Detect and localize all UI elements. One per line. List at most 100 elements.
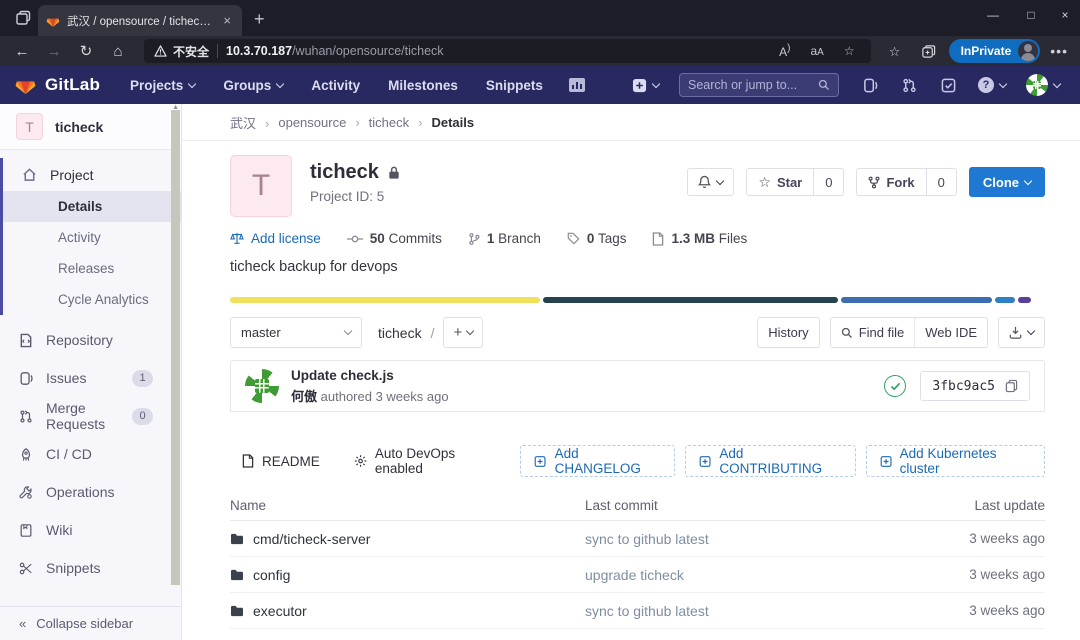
sidebar-item-issues[interactable]: Issues 1 xyxy=(0,359,181,397)
sidebar-item-merge-requests[interactable]: Merge Requests 0 xyxy=(0,397,181,435)
file-commit-link[interactable]: sync to github latest xyxy=(585,531,885,547)
security-warning[interactable]: 不安全 xyxy=(154,43,209,60)
issues-icon[interactable] xyxy=(853,78,888,93)
file-commit-link[interactable]: upgrade ticheck xyxy=(585,567,885,583)
fork-button-group: Fork 0 xyxy=(856,168,957,196)
merge-requests-icon[interactable] xyxy=(892,78,927,93)
sidebar-item-ci-cd[interactable]: CI / CD xyxy=(0,435,181,473)
window-maximize-button[interactable]: □ xyxy=(1012,8,1050,22)
new-menu[interactable] xyxy=(626,66,665,104)
pipeline-status-icon[interactable] xyxy=(884,375,907,397)
tags-stat[interactable]: 0 Tags xyxy=(567,231,626,246)
favorites-icon[interactable]: ☆ xyxy=(881,45,909,58)
add-kubernetes-button[interactable]: Add Kubernetes cluster xyxy=(865,445,1045,477)
sidebar-scrollbar[interactable] xyxy=(171,110,180,585)
breadcrumb-project[interactable]: ticheck xyxy=(369,115,432,130)
breadcrumb-subgroup[interactable]: opensource xyxy=(278,115,368,130)
web-ide-button[interactable]: Web IDE xyxy=(914,318,987,347)
commit-message-link[interactable]: Update check.js xyxy=(291,368,449,383)
project-avatar-small: T xyxy=(16,113,43,140)
tab-close-icon[interactable]: × xyxy=(220,13,234,28)
fork-count[interactable]: 0 xyxy=(925,169,956,195)
search-input[interactable] xyxy=(688,78,812,92)
file-name-link[interactable]: executor xyxy=(253,603,307,619)
file-updated: 3 weeks ago xyxy=(969,603,1045,618)
branches-stat[interactable]: 1 Branch xyxy=(468,231,541,246)
user-menu[interactable] xyxy=(1018,66,1064,104)
sidebar-item-snippets[interactable]: Snippets xyxy=(0,549,181,587)
commits-stat[interactable]: 50 Commits xyxy=(346,231,442,246)
file-name-link[interactable]: cmd/ticheck-server xyxy=(253,531,370,547)
sidebar-item-cycle-analytics[interactable]: Cycle Analytics xyxy=(3,284,181,315)
refresh-icon[interactable]: ↻ xyxy=(72,44,100,59)
sidebar-item-releases[interactable]: Releases xyxy=(3,253,181,284)
address-bar[interactable]: 不安全 10.3.70.187/wuhan/opensource/ticheck… xyxy=(144,39,871,63)
gitlab-logo[interactable]: GitLab xyxy=(14,74,100,96)
history-button[interactable]: History xyxy=(757,317,820,348)
window-close-button[interactable]: × xyxy=(1050,8,1080,22)
search-icon xyxy=(818,79,829,90)
copy-icon[interactable] xyxy=(1005,379,1018,393)
back-icon[interactable]: ← xyxy=(8,44,36,59)
file-name-link[interactable]: config xyxy=(253,567,290,583)
download-button[interactable] xyxy=(998,317,1045,348)
nav-projects[interactable]: Projects xyxy=(118,66,207,104)
nav-milestones[interactable]: Milestones xyxy=(376,66,470,104)
home-icon[interactable]: ⌂ xyxy=(104,44,132,59)
gitlab-navbar: GitLab Projects Groups Activity Mileston… xyxy=(0,66,1080,104)
language-bar[interactable] xyxy=(230,297,1045,303)
tab-actions-menu-icon[interactable] xyxy=(8,3,38,33)
readme-button[interactable]: README xyxy=(230,445,332,477)
repo-root-link[interactable]: ticheck xyxy=(378,325,422,341)
nav-groups[interactable]: Groups xyxy=(211,66,295,104)
gitlab-favicon xyxy=(46,18,60,27)
sidebar-item-activity[interactable]: Activity xyxy=(3,222,181,253)
clone-button[interactable]: Clone xyxy=(968,167,1045,197)
add-license-link[interactable]: Add license xyxy=(230,231,321,246)
column-header-last-update: Last update xyxy=(974,497,1045,513)
column-header-name: Name xyxy=(230,497,267,513)
fork-button[interactable]: Fork xyxy=(857,169,925,195)
help-menu[interactable]: ? xyxy=(970,66,1014,104)
browser-menu-icon[interactable]: ••• xyxy=(1046,43,1072,59)
sidebar-item-repository[interactable]: Repository xyxy=(0,321,181,359)
window-minimize-button[interactable]: — xyxy=(974,8,1012,22)
file-updated: 3 weeks ago xyxy=(969,531,1045,546)
translate-icon[interactable]: aA xyxy=(804,44,829,58)
forward-icon[interactable]: → xyxy=(40,44,68,59)
read-aloud-icon[interactable]: A) xyxy=(773,43,796,59)
collections-icon[interactable] xyxy=(915,44,943,59)
browser-tab[interactable]: 武汉 / opensource / ticheck - Gi × xyxy=(38,5,242,36)
sidebar-item-project[interactable]: Project xyxy=(3,158,181,191)
sidebar-item-details[interactable]: Details xyxy=(3,191,181,222)
collapse-sidebar-button[interactable]: « Collapse sidebar xyxy=(0,606,181,640)
bell-icon xyxy=(698,175,712,189)
add-file-button[interactable]: + xyxy=(443,317,484,348)
notifications-button[interactable] xyxy=(687,168,735,196)
inprivate-badge[interactable]: InPrivate xyxy=(948,39,1041,63)
file-commit-link[interactable]: sync to github latest xyxy=(585,603,885,619)
branch-selector[interactable]: master xyxy=(230,317,362,348)
address-divider xyxy=(217,44,219,58)
files-stat[interactable]: 1.3 MB Files xyxy=(652,231,747,246)
add-favorite-icon[interactable]: ☆ xyxy=(838,44,861,58)
commit-author[interactable]: 何傲 xyxy=(291,389,317,404)
user-avatar xyxy=(1026,74,1048,96)
new-tab-button[interactable]: + xyxy=(254,9,265,30)
auto-devops-button[interactable]: Auto DevOps enabled xyxy=(342,445,511,477)
star-button[interactable]: ☆ Star xyxy=(747,169,813,195)
sidebar-project-header[interactable]: T ticheck xyxy=(0,104,181,150)
language-segment-1 xyxy=(230,297,540,303)
nav-activity[interactable]: Activity xyxy=(299,66,372,104)
sidebar-item-wiki[interactable]: Wiki xyxy=(0,511,181,549)
todos-icon[interactable] xyxy=(931,78,966,93)
add-contributing-button[interactable]: Add CONTRIBUTING xyxy=(685,445,856,477)
analytics-icon[interactable] xyxy=(559,78,595,92)
star-count[interactable]: 0 xyxy=(813,169,843,195)
add-changelog-button[interactable]: Add CHANGELOG xyxy=(520,445,676,477)
nav-snippets[interactable]: Snippets xyxy=(474,66,555,104)
global-search[interactable] xyxy=(679,73,839,97)
breadcrumb-group[interactable]: 武汉 xyxy=(230,113,278,132)
sidebar-item-operations[interactable]: Operations xyxy=(0,473,181,511)
find-file-button[interactable]: Find file xyxy=(830,318,915,347)
